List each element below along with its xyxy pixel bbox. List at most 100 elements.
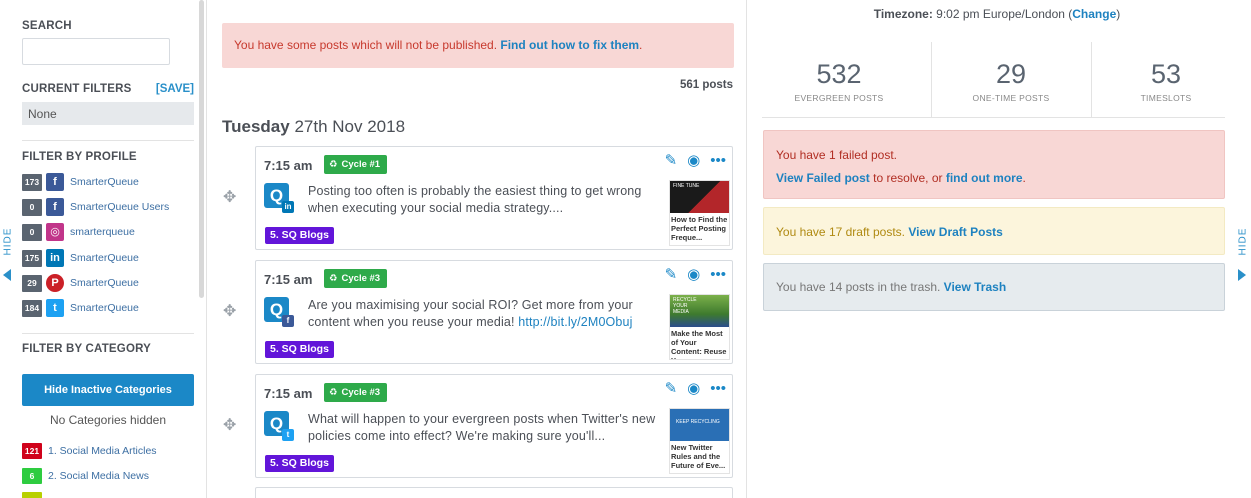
stat-evergreen: 532 EVERGREEN POSTS [762,42,916,118]
hide-label: HIDE [2,227,14,256]
edit-pencil-icon[interactable]: ✎ [665,153,678,169]
profile-filter-item[interactable]: 0 ◎ smarterqueue [22,223,135,241]
category-tag[interactable]: 5. SQ Blogs [265,227,334,244]
more-options-icon[interactable]: ••• [710,153,726,169]
profile-avatar: Qin [264,183,294,213]
link-preview-thumbnail[interactable]: FINE TUNE How to Find the Perfect Postin… [669,180,730,246]
post-link[interactable]: http://bit.ly/2M0Obuj [518,315,632,329]
profile-filter-item[interactable]: 175 in SmarterQueue [22,249,139,267]
instagram-icon: ◎ [46,223,64,241]
profile-filter-item[interactable]: 173 f SmarterQueue [22,173,139,191]
draft-text: You have 17 draft posts. [776,225,909,239]
divider [22,333,194,334]
profile-filter-item[interactable]: 29 P SmarterQueue [22,274,139,292]
cycle-label: Cycle #3 [341,387,381,398]
cycle-badge: ♻ Cycle #3 [324,269,388,288]
stats-row: 532 EVERGREEN POSTS 29 ONE-TIME POSTS 53… [762,42,1225,118]
more-options-icon[interactable]: ••• [710,267,726,283]
thumbnail-title: How to Find the Perfect Posting Freque..… [671,215,728,242]
category-label: 2. Social Media News [48,470,149,482]
draft-posts-alert: You have 17 draft posts. View Draft Post… [763,207,1225,255]
sidebar-scrollbar[interactable] [199,0,204,298]
timezone-close: ) [1116,7,1121,21]
view-trash-link[interactable]: View Trash [944,280,1006,294]
hide-left-sidebar-toggle[interactable]: HIDE [0,222,14,302]
post-card[interactable] [255,487,733,498]
twitter-icon: t [46,299,64,317]
edit-pencil-icon[interactable]: ✎ [665,267,678,283]
post-time: 7:15 am [264,158,313,173]
profile-label: SmarterQueue Users [70,201,170,213]
link-preview-thumbnail[interactable]: KEEP RECYCLING New Twitter Rules and the… [669,408,730,474]
failed-end: . [1022,171,1026,185]
pinterest-icon: P [46,274,64,292]
search-heading: SEARCH [22,20,72,32]
stat-number: 532 [816,59,862,89]
filter-by-category-heading: FILTER BY CATEGORY [22,343,152,355]
stat-number: 29 [995,59,1027,89]
warning-text: You have some posts which will not be pu… [234,38,501,52]
draft-line: You have 17 draft posts. View Draft Post… [776,225,1212,239]
preview-eye-icon[interactable]: ◉ [687,153,700,169]
post-actions: ✎ ◉ ••• [665,153,726,169]
post-card[interactable]: 7:15 am ♻ Cycle #3 ✎ ◉ ••• Qf Are you max… [255,260,733,364]
stat-label: ONE-TIME POSTS [972,93,1050,103]
current-filters-heading: CURRENT FILTERS [22,83,132,95]
post-card[interactable]: 7:15 am ♻ Cycle #3 ✎ ◉ ••• Qt What will h… [255,374,733,478]
thumbnail-caption: FINE TUNE [673,183,700,189]
profile-filter-item[interactable]: 0 f SmarterQueue Users [22,198,169,216]
filter-by-profile-heading: FILTER BY PROFILE [22,151,137,163]
profile-count: 0 [22,198,42,216]
hide-label: HIDE [1237,227,1249,256]
preview-eye-icon[interactable]: ◉ [687,267,700,283]
view-draft-posts-link[interactable]: View Draft Posts [908,225,1002,239]
post-body: Posting too often is probably the easies… [308,184,642,215]
hide-right-panel-toggle[interactable]: HIDE [1233,222,1251,302]
trash-line: You have 14 posts in the trash. View Tra… [776,280,1212,294]
edit-pencil-icon[interactable]: ✎ [665,381,678,397]
category-count [22,492,42,498]
search-input[interactable] [22,38,170,65]
find-out-more-link[interactable]: find out more [946,171,1023,185]
linkedin-icon: in [282,201,294,213]
stat-label: EVERGREEN POSTS [794,93,884,103]
change-timezone-link[interactable]: Change [1072,7,1116,21]
category-filter-item[interactable]: 121 1. Social Media Articles [22,443,157,459]
category-filter-item[interactable]: 6 2. Social Media News [22,468,149,484]
category-label: 1. Social Media Articles [48,445,157,457]
more-options-icon[interactable]: ••• [710,381,726,397]
divider [931,42,932,118]
stat-label: TIMESLOTS [1140,93,1192,103]
drag-handle-icon[interactable]: ✥ [223,418,239,434]
cycle-label: Cycle #1 [341,159,381,170]
profile-filter-item[interactable]: 184 t SmarterQueue [22,299,139,317]
category-tag[interactable]: 5. SQ Blogs [265,341,334,358]
summary-panel: Timezone: 9:02 pm Europe/London (Change)… [747,0,1251,498]
profile-label: SmarterQueue [70,252,139,264]
category-filter-item[interactable] [22,492,48,498]
unpublished-warning: You have some posts which will not be pu… [222,23,734,68]
current-filters-value: None [22,102,194,125]
post-card[interactable]: 7:15 am ♻ Cycle #1 ✎ ◉ ••• Qin Posting to… [255,146,733,250]
profile-label: SmarterQueue [70,277,139,289]
timezone-value: 9:02 pm Europe/London ( [932,7,1073,21]
stat-timeslots: 53 TIMESLOTS [1089,42,1243,118]
cycle-badge: ♻ Cycle #1 [324,155,388,174]
fix-posts-link[interactable]: Find out how to fix them [500,38,639,52]
save-filters-link[interactable]: [SAVE] [156,83,194,95]
sidebar: HIDE SEARCH CURRENT FILTERS [SAVE] None … [0,0,207,498]
view-failed-post-link[interactable]: View Failed post [776,171,870,185]
category-tag[interactable]: 5. SQ Blogs [265,455,334,472]
link-preview-thumbnail[interactable]: RECYCLE YOUR MEDIA Make the Most of Your… [669,294,730,360]
warning-suffix: . [639,38,643,52]
profile-label: SmarterQueue [70,176,139,188]
drag-handle-icon[interactable]: ✥ [223,304,239,320]
thumbnail-title: New Twitter Rules and the Future of Eve.… [671,443,726,470]
preview-eye-icon[interactable]: ◉ [687,381,700,397]
timezone-label: Timezone: [873,7,933,21]
hide-inactive-categories-button[interactable]: Hide Inactive Categories [22,374,194,406]
failed-mid-text: to resolve, or [869,171,946,185]
arrow-left-icon [3,269,11,281]
profile-count: 0 [22,223,42,241]
drag-handle-icon[interactable]: ✥ [223,190,239,206]
